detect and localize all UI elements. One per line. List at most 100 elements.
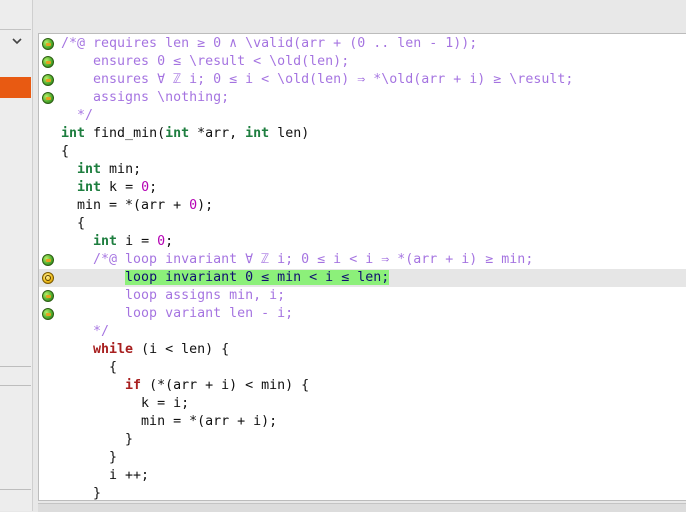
code-line[interactable]: { xyxy=(39,143,686,161)
code-token: int xyxy=(77,180,102,195)
code-line[interactable]: /*@ requires len ≥ 0 ∧ \valid(arr + (0 .… xyxy=(39,35,686,53)
code-line[interactable]: ensures 0 ≤ \result < \old(len); xyxy=(39,53,686,71)
code-line[interactable]: int k = 0; xyxy=(39,179,686,197)
code-token: k = i; xyxy=(61,396,190,411)
proof-valid-icon[interactable] xyxy=(42,38,54,50)
code-line[interactable]: } xyxy=(39,431,686,449)
code-token: /*@ requires len ≥ 0 ∧ \valid(arr + (0 .… xyxy=(61,36,478,51)
code-text: ensures 0 ≤ \result < \old(len); xyxy=(61,53,349,71)
code-token: ensures ∀ ℤ i; 0 ≤ i < \old(len) ⇒ *\old… xyxy=(61,72,574,87)
proof-valid-icon[interactable] xyxy=(42,74,54,86)
code-line[interactable]: */ xyxy=(39,107,686,125)
code-token: ; xyxy=(165,234,174,249)
code-token: if xyxy=(125,378,142,393)
source-code-editor[interactable]: /*@ requires len ≥ 0 ∧ \valid(arr + (0 .… xyxy=(38,33,686,501)
code-token: { xyxy=(61,144,70,159)
code-text: loop assigns min, i; xyxy=(61,287,285,305)
code-token: (*(arr + i) < min) { xyxy=(141,378,310,393)
code-token: 0 xyxy=(141,180,150,195)
code-token: while xyxy=(93,342,134,357)
code-token: } xyxy=(61,486,102,501)
code-text: min = *(arr + 0); xyxy=(61,197,213,215)
left-sidebar xyxy=(0,0,33,511)
proof-valid-icon[interactable] xyxy=(42,92,54,104)
code-line[interactable]: loop variant len - i; xyxy=(39,305,686,323)
proof-valid-icon[interactable] xyxy=(42,290,54,302)
code-token: { xyxy=(61,360,118,375)
code-token: min; xyxy=(101,162,142,177)
code-token: ensures 0 ≤ \result < \old(len); xyxy=(61,54,350,69)
code-line[interactable]: ensures ∀ ℤ i; 0 ≤ i < \old(len) ⇒ *\old… xyxy=(39,71,686,89)
code-line[interactable]: } xyxy=(39,449,686,467)
code-line[interactable]: /*@ loop invariant ∀ ℤ i; 0 ≤ i < i ⇒ *(… xyxy=(39,251,686,269)
code-token: len) xyxy=(269,126,310,141)
code-line[interactable]: int find_min(int *arr, int len) xyxy=(39,125,686,143)
code-token: */ xyxy=(61,324,110,339)
proof-pending-icon[interactable] xyxy=(42,272,54,284)
code-line[interactable]: if (*(arr + i) < min) { xyxy=(39,377,686,395)
code-text: int min; xyxy=(61,161,141,179)
code-text: { xyxy=(61,215,85,233)
code-line[interactable]: assigns \nothing; xyxy=(39,89,686,107)
code-token: } xyxy=(61,432,134,447)
code-line[interactable]: */ xyxy=(39,323,686,341)
code-text: int k = 0; xyxy=(61,179,157,197)
code-line[interactable]: while (i < len) { xyxy=(39,341,686,359)
code-line[interactable]: int i = 0; xyxy=(39,233,686,251)
code-line[interactable]: min = *(arr + 0); xyxy=(39,197,686,215)
code-text: assigns \nothing; xyxy=(61,89,229,107)
code-token: find_min( xyxy=(85,126,166,141)
sidebar-divider xyxy=(0,366,31,367)
code-text: int find_min(int *arr, int len) xyxy=(61,125,309,143)
chevron-down-icon[interactable] xyxy=(10,34,24,48)
code-token: int xyxy=(61,126,86,141)
code-line[interactable]: min = *(arr + i); xyxy=(39,413,686,431)
selected-annotation: loop invariant 0 ≤ min < i ≤ len; xyxy=(125,270,390,285)
code-line[interactable]: int min; xyxy=(39,161,686,179)
code-line[interactable]: { xyxy=(39,359,686,377)
code-token: min = *(arr + i); xyxy=(61,414,278,429)
code-text: ensures ∀ ℤ i; 0 ≤ i < \old(len) ⇒ *\old… xyxy=(61,71,573,89)
code-line[interactable]: i ++; xyxy=(39,467,686,485)
code-token: assigns \nothing; xyxy=(61,90,230,105)
code-token: ; xyxy=(149,180,158,195)
code-line[interactable]: { xyxy=(39,215,686,233)
code-token: k = xyxy=(101,180,142,195)
code-token: } xyxy=(61,450,118,465)
code-text: } xyxy=(61,485,101,503)
code-line[interactable]: loop assigns min, i; xyxy=(39,287,686,305)
code-token: int xyxy=(93,234,118,249)
code-text: loop variant len - i; xyxy=(61,305,293,323)
code-token: i = xyxy=(117,234,158,249)
code-token: min = *(arr + xyxy=(61,198,190,213)
selected-item-highlight[interactable] xyxy=(0,77,31,98)
code-line-current[interactable]: loop invariant 0 ≤ min < i ≤ len; xyxy=(39,269,686,287)
code-token: int xyxy=(165,126,190,141)
code-text: */ xyxy=(61,107,93,125)
code-text: while (i < len) { xyxy=(61,341,229,359)
code-text: min = *(arr + i); xyxy=(61,413,277,431)
proof-valid-icon[interactable] xyxy=(42,308,54,320)
proof-valid-icon[interactable] xyxy=(42,56,54,68)
code-text: if (*(arr + i) < min) { xyxy=(61,377,309,395)
code-text: /*@ loop invariant ∀ ℤ i; 0 ≤ i < i ⇒ *(… xyxy=(61,251,533,269)
code-token: int xyxy=(77,162,102,177)
code-text: /*@ requires len ≥ 0 ∧ \valid(arr + (0 .… xyxy=(61,35,477,53)
code-text: { xyxy=(61,143,69,161)
code-text: */ xyxy=(61,323,109,341)
code-line[interactable]: k = i; xyxy=(39,395,686,413)
sidebar-divider xyxy=(0,385,31,386)
code-token: loop assigns min, i; xyxy=(61,288,286,303)
code-token: (i < len) { xyxy=(133,342,230,357)
code-token: int xyxy=(245,126,270,141)
code-text: } xyxy=(61,431,133,449)
code-text: int i = 0; xyxy=(61,233,173,251)
proof-valid-icon[interactable] xyxy=(42,254,54,266)
code-text: loop invariant 0 ≤ min < i ≤ len; xyxy=(61,269,390,287)
code-line[interactable]: } xyxy=(39,485,686,503)
code-token: loop variant len - i; xyxy=(61,306,294,321)
